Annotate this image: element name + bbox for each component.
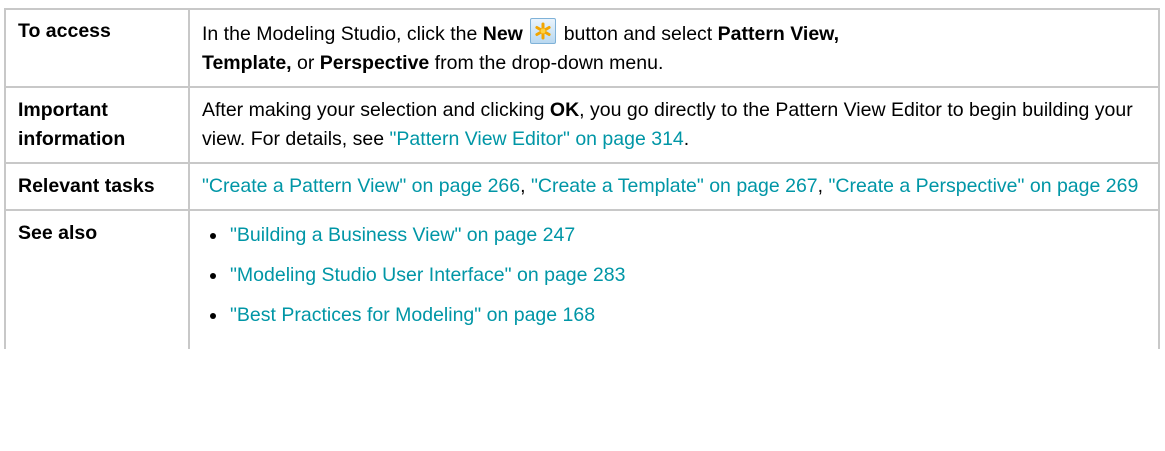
list-item: "Modeling Studio User Interface" on page… — [206, 261, 1148, 290]
text: In the Modeling Studio, click the — [202, 23, 483, 45]
text: from the drop-down menu. — [429, 52, 664, 74]
row-content: After making your selection and clicking… — [188, 86, 1160, 164]
table-row-important-information: Important information After making your … — [4, 86, 1160, 164]
row-header: See also — [4, 209, 190, 349]
ok-label: OK — [549, 99, 580, 121]
bullet-icon — [210, 273, 216, 279]
create-perspective-link[interactable]: "Create a Perspective" on page 269 — [829, 175, 1139, 197]
row-content: "Building a Business View" on page 247 "… — [188, 209, 1160, 349]
table-row-see-also: See also "Building a Business View" on p… — [4, 209, 1160, 349]
modeling-studio-ui-link[interactable]: "Modeling Studio User Interface" on page… — [230, 264, 625, 286]
row-content: In the Modeling Studio, click the New bu… — [188, 8, 1160, 88]
new-asterisk-icon — [530, 18, 557, 44]
building-business-view-link[interactable]: "Building a Business View" on page 247 — [230, 224, 575, 246]
create-pattern-view-link[interactable]: "Create a Pattern View" on page 266 — [202, 175, 520, 197]
ui-reference-table: To access In the Modeling Studio, click … — [4, 8, 1160, 349]
list-item: "Building a Business View" on page 247 — [206, 221, 1148, 250]
text: button and select — [558, 23, 718, 45]
bullet-icon — [210, 233, 216, 239]
row-header: Relevant tasks — [4, 162, 190, 211]
separator: , — [817, 175, 829, 197]
separator: , — [520, 175, 531, 197]
bullet-icon — [210, 313, 216, 319]
row-content: "Create a Pattern View" on page 266, "Cr… — [188, 162, 1160, 211]
list-item: "Best Practices for Modeling" on page 16… — [206, 301, 1148, 330]
table-row-relevant-tasks: Relevant tasks "Create a Pattern View" o… — [4, 162, 1160, 211]
new-label: New — [482, 23, 523, 45]
template-label: Template, — [202, 52, 292, 74]
text: After making your selection and clicking — [202, 99, 550, 121]
pattern-view-editor-link[interactable]: "Pattern View Editor" on page 314 — [390, 128, 684, 150]
best-practices-link[interactable]: "Best Practices for Modeling" on page 16… — [230, 304, 595, 326]
create-template-link[interactable]: "Create a Template" on page 267 — [531, 175, 818, 197]
perspective-label: Perspective — [319, 52, 430, 74]
see-also-list: "Building a Business View" on page 247 "… — [202, 221, 1148, 330]
row-header: Important information — [4, 86, 190, 164]
pattern-view-label: Pattern View, — [717, 23, 840, 45]
text: . — [683, 128, 690, 150]
table-row-to-access: To access In the Modeling Studio, click … — [4, 8, 1160, 88]
text: or — [291, 52, 320, 74]
row-header: To access — [4, 8, 190, 88]
